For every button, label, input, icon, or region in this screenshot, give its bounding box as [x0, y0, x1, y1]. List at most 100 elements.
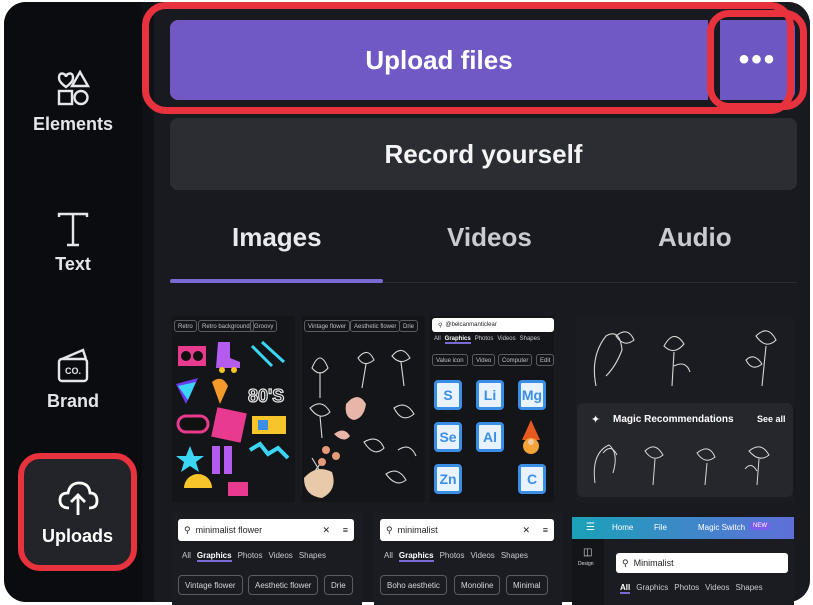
- suggestion-chip: Monoline: [454, 575, 501, 595]
- suggestion-chip: Vintage flower: [178, 575, 243, 595]
- element-tile: Zn: [434, 464, 462, 494]
- search-query: minimalist: [397, 525, 438, 535]
- search-query: @belcanmanticlear: [445, 322, 497, 328]
- brand-icon: CO.: [57, 348, 89, 383]
- filter-shapes: Shapes: [519, 336, 540, 342]
- sidebar: Elements Text CO. Brand Uploads: [4, 2, 142, 602]
- filter-all: All: [384, 551, 393, 560]
- see-all-link[interactable]: See all: [757, 414, 786, 424]
- active-tab-indicator: [170, 279, 383, 283]
- suggestion-chip: Video: [472, 354, 496, 366]
- suggestion-chip: Minimal: [506, 575, 548, 595]
- design-icon: ◫: [583, 547, 593, 558]
- element-tile: Se: [434, 422, 462, 452]
- tab-videos[interactable]: Videos: [447, 222, 532, 253]
- sidebar-item-label: Uploads: [41, 525, 113, 546]
- filter-row: All Graphics Photos Videos Shapes: [182, 551, 326, 562]
- suggestion-chip: Value icon: [432, 354, 468, 366]
- new-badge: NEW: [750, 522, 770, 530]
- suggestion-chip: Aesthetic flower: [248, 575, 319, 595]
- text-icon: [57, 212, 89, 247]
- suggestion-chip: Retro background: [198, 320, 254, 332]
- upload-thumbnail-search-minimalist[interactable]: ⚲ minimalist ✕ ≡ All Graphics Photos Vid…: [374, 513, 562, 605]
- recommended-flowers-image: [593, 444, 770, 486]
- tab-audio[interactable]: Audio: [658, 222, 732, 253]
- search-input: ⚲ minimalist flower ✕ ≡: [178, 519, 354, 541]
- element-tile: Li: [476, 380, 504, 410]
- highlight-upload: [142, 2, 794, 114]
- suggestion-chip: Drie: [399, 320, 419, 332]
- filter-videos: Videos: [268, 551, 293, 560]
- tab-images[interactable]: Images: [232, 222, 322, 253]
- sidebar-item-label: Elements: [32, 114, 114, 134]
- record-yourself-button[interactable]: Record yourself: [170, 118, 797, 190]
- gnome-icon: [522, 420, 540, 454]
- filter-photos: Photos: [237, 551, 263, 560]
- menu-file: File: [654, 523, 667, 532]
- upload-thumbnail-retro[interactable]: Retro Retro background Groovy 80'S: [172, 316, 295, 502]
- suggestion-chip: Edit: [536, 354, 554, 366]
- filter-icon: ≡: [342, 525, 348, 535]
- clear-icon: ✕: [522, 524, 530, 535]
- svg-text:CO.: CO.: [65, 366, 81, 376]
- element-tile: S: [434, 380, 462, 410]
- cloud-upload-icon: [58, 481, 98, 515]
- search-input: ⚲ Minimalist: [616, 553, 788, 573]
- filter-graphics: Graphics: [636, 583, 669, 592]
- upload-thumbnail-elements[interactable]: ⚲ @belcanmanticlear All Graphics Photos …: [430, 316, 554, 502]
- suggestion-chip: Aesthetic flower: [350, 320, 401, 332]
- sidebar-item-elements[interactable]: Elements: [4, 68, 142, 135]
- highlight-more: [707, 10, 807, 110]
- filter-graphics: Graphics: [196, 551, 232, 562]
- filter-graphics: Graphics: [398, 551, 434, 562]
- suggestion-chip: Drie: [324, 575, 353, 595]
- upload-thumbnail-editor[interactable]: ☰ Home File Magic Switch NEW ◫ Design ⚲ …: [572, 517, 794, 605]
- filter-videos: Videos: [705, 583, 730, 592]
- upload-thumbnail-search-flower[interactable]: ⚲ minimalist flower ✕ ≡ All Graphics Pho…: [172, 513, 362, 605]
- search-query: minimalist flower: [195, 525, 263, 535]
- element-tile: Mg: [518, 380, 546, 410]
- menu-icon: ☰: [586, 522, 595, 533]
- search-query: Minimalist: [633, 558, 674, 568]
- menu-magic-switch: Magic Switch: [698, 523, 746, 532]
- filter-row: All Graphics Photos Videos Shapes: [620, 583, 763, 594]
- filter-graphics: Graphics: [444, 336, 471, 344]
- sidebar-item-uploads[interactable]: Uploads: [18, 453, 137, 571]
- filter-shapes: Shapes: [298, 551, 326, 560]
- filter-row: All Graphics Photos Videos Shapes: [384, 551, 528, 562]
- flower-line-art-image: [304, 349, 417, 498]
- suggestion-chip: Retro: [174, 320, 197, 332]
- sidebar-item-brand[interactable]: CO. Brand: [4, 345, 142, 412]
- design-label: Design: [578, 561, 594, 567]
- retro-graphics-image: 80'S: [176, 340, 290, 496]
- filter-shapes: Shapes: [500, 551, 528, 560]
- filter-row: All Graphics Photos Videos Shapes: [434, 336, 540, 344]
- filter-videos: Videos: [470, 551, 495, 560]
- filter-photos: Photos: [439, 551, 465, 560]
- line-art-image: [593, 330, 781, 387]
- sidebar-item-text[interactable]: Text: [4, 212, 142, 275]
- clear-icon: ✕: [322, 524, 330, 535]
- filter-all: All: [620, 583, 631, 594]
- search-input: ⚲ @belcanmanticlear: [432, 318, 554, 332]
- upload-thumbnail-flowers[interactable]: Vintage flower Aesthetic flower Drie: [302, 316, 425, 502]
- filter-shapes: Shapes: [735, 583, 763, 592]
- filter-all: All: [434, 336, 441, 342]
- search-input: ⚲ minimalist ✕ ≡: [380, 519, 554, 541]
- magic-recommendations-title: Magic Recommendations: [613, 414, 734, 425]
- sidebar-item-label: Text: [55, 254, 91, 274]
- suggestion-chip: Boho aesthetic: [380, 575, 447, 595]
- sidebar-item-label: Brand: [46, 391, 99, 411]
- filter-icon: ≡: [542, 525, 548, 535]
- search-icon: ⚲: [184, 524, 191, 535]
- magic-recommendations-panel: ✦ Magic Recommendations See all: [577, 403, 793, 497]
- filter-photos: Photos: [474, 336, 494, 342]
- suggestion-chip: Computer: [498, 354, 533, 366]
- suggestion-chip: Vintage flower: [304, 320, 350, 332]
- search-icon: ⚲: [438, 322, 443, 329]
- menu-home: Home: [612, 523, 634, 532]
- suggestion-chip: Groovy: [250, 320, 278, 332]
- element-tile: C: [518, 464, 546, 494]
- filter-all: All: [182, 551, 191, 560]
- editor-side-rail: ◫ Design: [572, 539, 604, 605]
